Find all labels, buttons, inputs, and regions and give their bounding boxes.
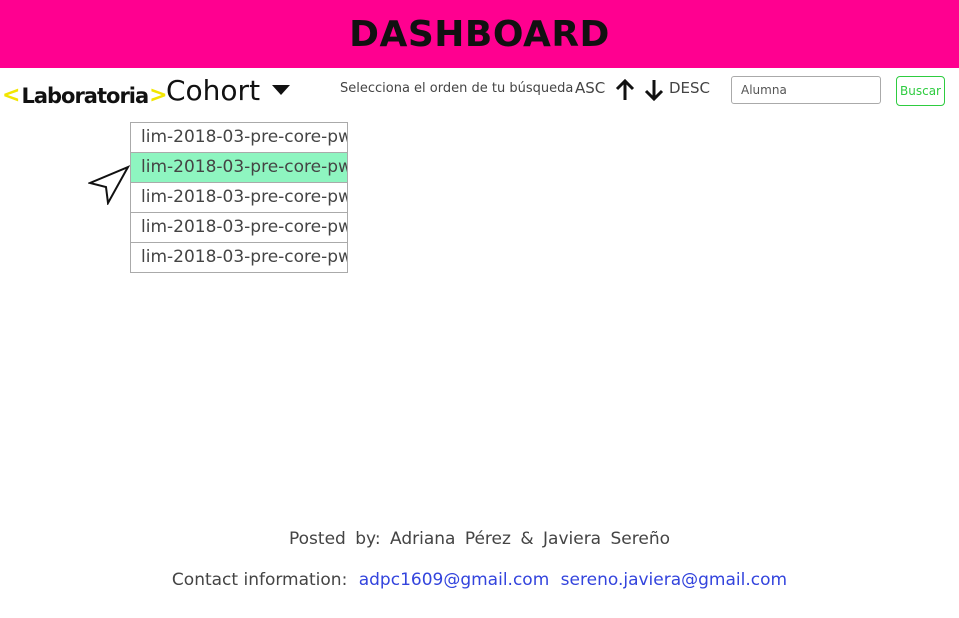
page-title: DASHBOARD: [349, 13, 610, 55]
arrow-up-icon[interactable]: [614, 78, 636, 102]
cohort-option[interactable]: lim-2018-03-pre-core-pw: [130, 212, 348, 243]
footer-contact: Contact information: adpc1609@gmail.com …: [0, 570, 959, 590]
cohort-label: Cohort: [166, 73, 261, 107]
logo-right-chevron: >: [149, 83, 168, 108]
student-search-input[interactable]: [731, 76, 881, 104]
logo-left-chevron: <: [2, 83, 21, 108]
search-button[interactable]: Buscar: [896, 76, 945, 106]
page-header: DASHBOARD: [0, 0, 959, 68]
author-name: Javiera Sereño: [543, 529, 670, 549]
navigation-pointer-icon: [88, 165, 130, 205]
cohort-option-selected[interactable]: lim-2018-03-pre-core-pw: [130, 152, 348, 183]
desc-label: DESC: [669, 79, 711, 97]
cohort-option[interactable]: lim-2018-03-pre-core-pw: [130, 182, 348, 213]
footer-posted-by: Posted by: Adriana Pérez & Javiera Sereñ…: [0, 529, 959, 549]
cohort-option[interactable]: lim-2018-03-pre-core-pw: [130, 242, 348, 273]
email-link[interactable]: adpc1609@gmail.com: [359, 570, 550, 590]
cohort-option[interactable]: lim-2018-03-pre-core-pw: [130, 122, 348, 153]
posted-by-label: Posted by:: [289, 529, 381, 549]
caret-down-icon: [272, 85, 291, 95]
author-separator: &: [520, 529, 534, 549]
cohort-dropdown-toggle[interactable]: Cohort: [166, 72, 291, 108]
asc-label: ASC: [575, 79, 606, 97]
author-name: Adriana Pérez: [389, 529, 511, 549]
arrow-down-icon[interactable]: [643, 78, 665, 102]
contact-label: Contact information:: [171, 570, 348, 590]
logo-text: Laboratoria: [21, 84, 149, 108]
sort-order-label: Selecciona el orden de tu búsqueda: [340, 81, 574, 96]
cohort-dropdown-list: lim-2018-03-pre-core-pw lim-2018-03-pre-…: [130, 122, 348, 273]
laboratoria-logo[interactable]: < Laboratoria >: [2, 81, 168, 111]
email-link[interactable]: sereno.javiera@gmail.com: [561, 570, 787, 590]
